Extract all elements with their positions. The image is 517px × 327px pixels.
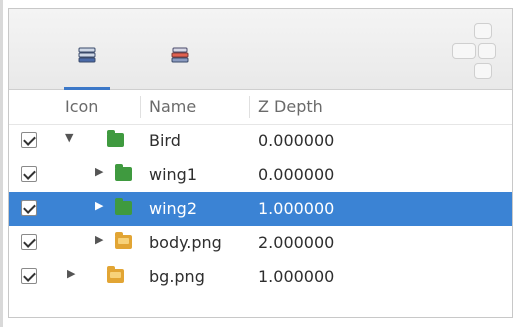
layer-visibility-checkbox[interactable] [21,200,37,216]
panel-right-button[interactable] [478,43,496,59]
panel-down-button[interactable] [474,63,492,79]
panel-left-button[interactable] [452,43,476,59]
layers-stack-icon [78,47,96,63]
layers-panel: Icon Name Z Depth ▼ Bird 0.000000 ▶ wing… [8,8,513,318]
yellow-image-folder-icon [115,232,132,249]
expand-arrow-right-icon[interactable]: ▶ [67,267,75,280]
yellow-image-folder-icon [107,266,124,283]
layer-z-depth[interactable]: 2.000000 [258,226,334,260]
layer-name: wing1 [149,165,198,184]
green-folder-icon [107,130,124,147]
expand-arrow-right-icon[interactable]: ▶ [95,233,103,246]
layer-name: body.png [149,233,222,252]
layer-visibility-checkbox[interactable] [21,132,37,148]
tab-library[interactable] [149,23,211,89]
tab-layers[interactable] [56,23,118,90]
layer-z-depth[interactable]: 1.000000 [258,192,334,226]
layer-visibility-checkbox[interactable] [21,234,37,250]
layer-z-depth[interactable]: 0.000000 [258,158,334,192]
library-stack-icon [171,47,189,63]
column-header-icon[interactable]: Icon [65,90,98,124]
layer-visibility-checkbox[interactable] [21,268,37,284]
layer-row[interactable]: ▶ body.png 2.000000 [9,226,512,260]
layer-row[interactable]: ▶ wing1 0.000000 [9,158,512,192]
expand-arrow-right-icon[interactable]: ▶ [95,165,103,178]
panel-up-button[interactable] [474,23,492,39]
panel-options-cluster [452,23,512,83]
layer-name: Bird [149,131,181,150]
layer-row[interactable]: ▶ bg.png 1.000000 [9,260,512,294]
expand-arrow-down-icon[interactable]: ▼ [65,131,73,144]
window-edge [0,0,3,327]
layer-visibility-checkbox[interactable] [21,166,37,182]
layer-z-depth[interactable]: 1.000000 [258,260,334,294]
column-divider [140,96,141,118]
column-header-name[interactable]: Name [149,90,196,124]
layer-row[interactable]: ▼ Bird 0.000000 [9,124,512,158]
layer-row-selected[interactable]: ▶ wing2 1.000000 [9,192,512,226]
layer-z-depth[interactable]: 0.000000 [258,124,334,158]
layers-table-header: Icon Name Z Depth [9,90,512,125]
green-folder-icon [115,198,132,215]
green-folder-icon [115,164,132,181]
panel-toolbar [9,9,512,90]
column-header-z-depth[interactable]: Z Depth [258,90,323,124]
expand-arrow-right-icon[interactable]: ▶ [95,199,103,212]
layer-name: bg.png [149,267,205,286]
layer-name: wing2 [149,199,198,218]
column-divider [249,96,250,118]
